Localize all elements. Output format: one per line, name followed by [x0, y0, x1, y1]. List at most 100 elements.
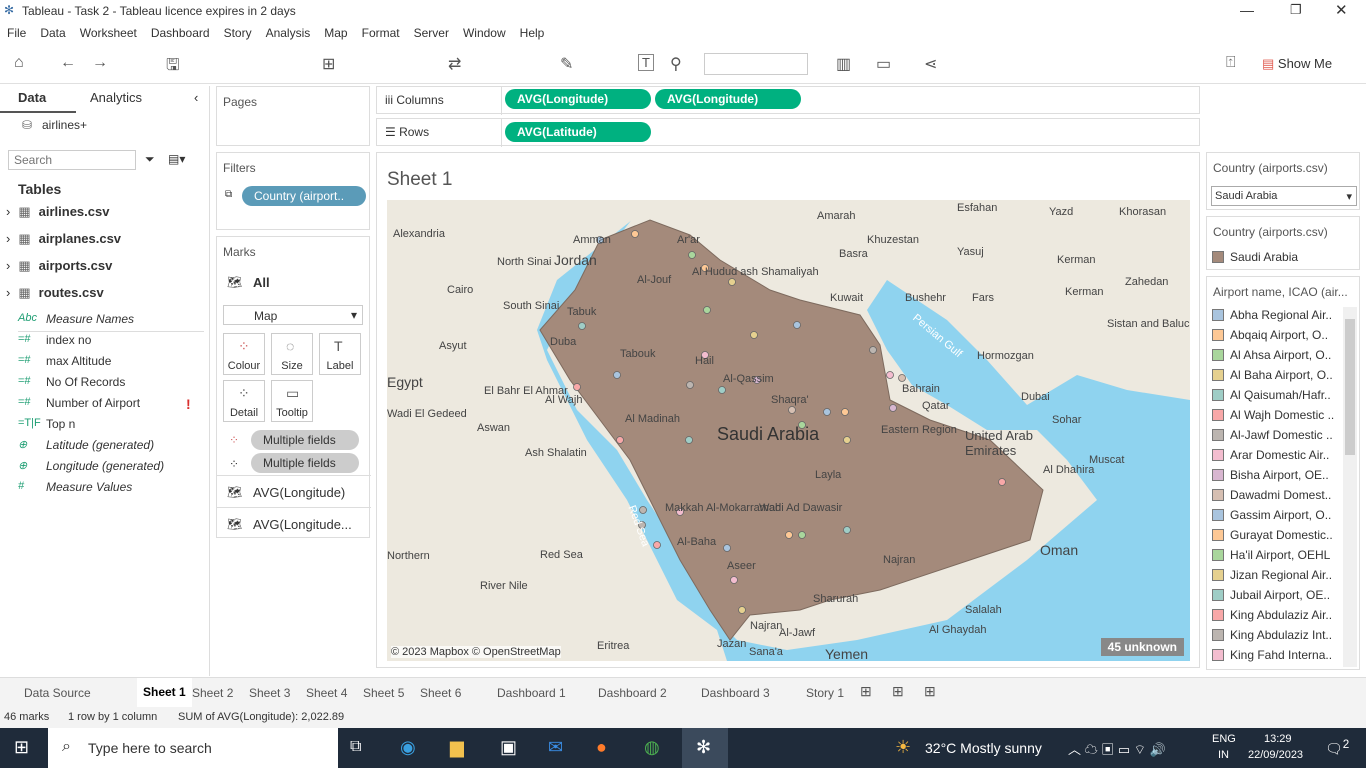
- menu-window[interactable]: Window: [456, 22, 513, 40]
- pages-shelf[interactable]: Pages: [216, 86, 370, 146]
- airport-mark[interactable]: [639, 506, 647, 514]
- pin-icon[interactable]: ⚲: [670, 54, 682, 74]
- notification-icon[interactable]: 🗨2: [1325, 738, 1349, 758]
- field-item[interactable]: =# No Of Records: [18, 375, 125, 389]
- airport-mark[interactable]: [823, 408, 831, 416]
- edge-icon[interactable]: ◉: [400, 737, 416, 758]
- airport-mark[interactable]: [578, 322, 586, 330]
- legend-item[interactable]: King Fahd Interna..: [1212, 648, 1332, 662]
- menu-format[interactable]: Format: [355, 22, 407, 40]
- sheet-tab[interactable]: Dashboard 2: [598, 686, 667, 700]
- marks-layer[interactable]: AVG(Longitude): [253, 485, 345, 500]
- chart-icon[interactable]: ▥: [836, 54, 851, 74]
- menu-file[interactable]: File: [0, 22, 33, 40]
- sheet-tab[interactable]: Story 1: [806, 686, 844, 700]
- fit-dropdown[interactable]: [704, 53, 808, 75]
- menu-analysis[interactable]: Analysis: [259, 22, 318, 40]
- firefox-icon[interactable]: ●: [596, 737, 607, 758]
- legend-item[interactable]: King Abdulaziz Int..: [1212, 628, 1332, 642]
- table-1[interactable]: › ▦ airplanes.csv: [6, 231, 121, 247]
- size-button[interactable]: ◌ Size: [271, 333, 313, 375]
- menu-dashboard[interactable]: Dashboard: [144, 22, 217, 40]
- restore-button[interactable]: ❐: [1290, 2, 1302, 18]
- sheet-tab[interactable]: Dashboard 3: [701, 686, 770, 700]
- airport-mark[interactable]: [798, 531, 806, 539]
- airport-mark[interactable]: [793, 321, 801, 329]
- airport-mark[interactable]: [723, 544, 731, 552]
- airport-mark[interactable]: [750, 331, 758, 339]
- marks-field-pill[interactable]: Multiple fields: [251, 453, 359, 473]
- tableau-taskbar-button[interactable]: ✻: [682, 728, 728, 768]
- table-3[interactable]: › ▦ routes.csv: [6, 285, 104, 301]
- swap-icon[interactable]: ⇄: [448, 54, 461, 74]
- unknown-indicator[interactable]: 45 unknown: [1100, 638, 1184, 656]
- expand-chevron-icon[interactable]: ›: [6, 231, 10, 247]
- weather-text[interactable]: 32°C Mostly sunny: [925, 740, 1042, 756]
- expand-chevron-icon[interactable]: ›: [6, 258, 10, 274]
- home-icon[interactable]: ⌂: [14, 54, 24, 72]
- airport-mark[interactable]: [686, 381, 694, 389]
- legend-item[interactable]: Abqaiq Airport, O..: [1212, 328, 1328, 342]
- tray-icons[interactable]: ︿ ☁ ▣ ▭ ⌔ 🔊: [1068, 739, 1166, 758]
- legend-item[interactable]: Jubail Airport, OE..: [1212, 588, 1330, 602]
- menu-data[interactable]: Data: [33, 22, 72, 40]
- legend-item[interactable]: Al Ahsa Airport, O..: [1212, 348, 1331, 362]
- legend-item[interactable]: Dawadmi Domest..: [1212, 488, 1331, 502]
- tab-analytics[interactable]: Analytics: [90, 90, 142, 105]
- legend-item[interactable]: Gurayat Domestic..: [1212, 528, 1333, 542]
- airport-mark[interactable]: [889, 404, 897, 412]
- show-me-button[interactable]: ▤ Show Me: [1262, 56, 1332, 72]
- columns-shelf[interactable]: iii Columns AVG(Longitude) AVG(Longitude…: [376, 86, 1200, 115]
- legend-item[interactable]: Jizan Regional Air..: [1212, 568, 1332, 582]
- marks-all[interactable]: All: [253, 275, 270, 290]
- legend-item[interactable]: Gassim Airport, O..: [1212, 508, 1331, 522]
- airport-mark[interactable]: [788, 406, 796, 414]
- new-worksheet-icon[interactable]: ⊞: [322, 54, 335, 74]
- label-button[interactable]: T Label: [319, 333, 361, 375]
- airport-mark[interactable]: [898, 374, 906, 382]
- airport-mark[interactable]: [616, 436, 624, 444]
- airport-mark[interactable]: [653, 541, 661, 549]
- legend-item[interactable]: Al Qaisumah/Hafr..: [1212, 388, 1331, 402]
- sheet-tab[interactable]: Sheet 1: [137, 678, 192, 708]
- expand-chevron-icon[interactable]: ›: [6, 285, 10, 301]
- close-button[interactable]: ✕: [1335, 1, 1348, 19]
- mail-icon[interactable]: ✉: [548, 737, 563, 758]
- menu-story[interactable]: Story: [217, 22, 259, 40]
- language[interactable]: ENG: [1212, 733, 1236, 745]
- tooltip-button[interactable]: ▭ Tooltip: [271, 380, 313, 422]
- clock-time[interactable]: 13:29: [1264, 733, 1292, 745]
- legend-item[interactable]: Bisha Airport, OE..: [1212, 468, 1329, 482]
- airport-mark[interactable]: [703, 306, 711, 314]
- task-view-icon[interactable]: ⧉: [350, 738, 361, 756]
- table-2[interactable]: › ▦ airports.csv: [6, 258, 112, 274]
- airport-mark[interactable]: [613, 371, 621, 379]
- text-label-icon[interactable]: T: [638, 54, 654, 71]
- airport-mark[interactable]: [998, 478, 1006, 486]
- sheet-tab[interactable]: Sheet 3: [249, 686, 290, 700]
- menu-worksheet[interactable]: Worksheet: [73, 22, 144, 40]
- filters-shelf[interactable]: Filters ⧉ Country (airport..: [216, 152, 370, 230]
- filter-pill-country[interactable]: Country (airport..: [242, 186, 366, 206]
- legend-item[interactable]: Ha'il Airport, OEHL: [1212, 548, 1330, 562]
- save-icon[interactable]: 🖫: [166, 54, 180, 81]
- airport-mark[interactable]: [728, 278, 736, 286]
- detail-button[interactable]: ⁘ Detail: [223, 380, 265, 422]
- minimize-button[interactable]: —: [1240, 2, 1254, 18]
- chrome-icon[interactable]: ◍: [644, 737, 660, 758]
- marks-layer[interactable]: AVG(Longitude...: [253, 517, 352, 532]
- field-item[interactable]: ⊕ Longitude (generated): [18, 459, 164, 473]
- legend-item[interactable]: King Abdulaziz Air..: [1212, 608, 1332, 622]
- airport-mark[interactable]: [843, 526, 851, 534]
- redo-icon[interactable]: →: [92, 54, 108, 72]
- collapse-icon[interactable]: ‹: [194, 90, 198, 105]
- paint-icon[interactable]: ⍐: [1226, 54, 1236, 72]
- menu-map[interactable]: Map: [317, 22, 354, 40]
- sheet-tab[interactable]: Sheet 4: [306, 686, 347, 700]
- field-item[interactable]: =T|F Top n: [18, 417, 75, 431]
- table-0[interactable]: › ▦ airlines.csv: [6, 204, 109, 220]
- row-pill[interactable]: AVG(Latitude): [505, 122, 651, 142]
- highlight-icon[interactable]: ✎: [560, 54, 573, 74]
- windows-start-icon[interactable]: ⊞: [14, 737, 29, 758]
- menu-server[interactable]: Server: [407, 22, 456, 40]
